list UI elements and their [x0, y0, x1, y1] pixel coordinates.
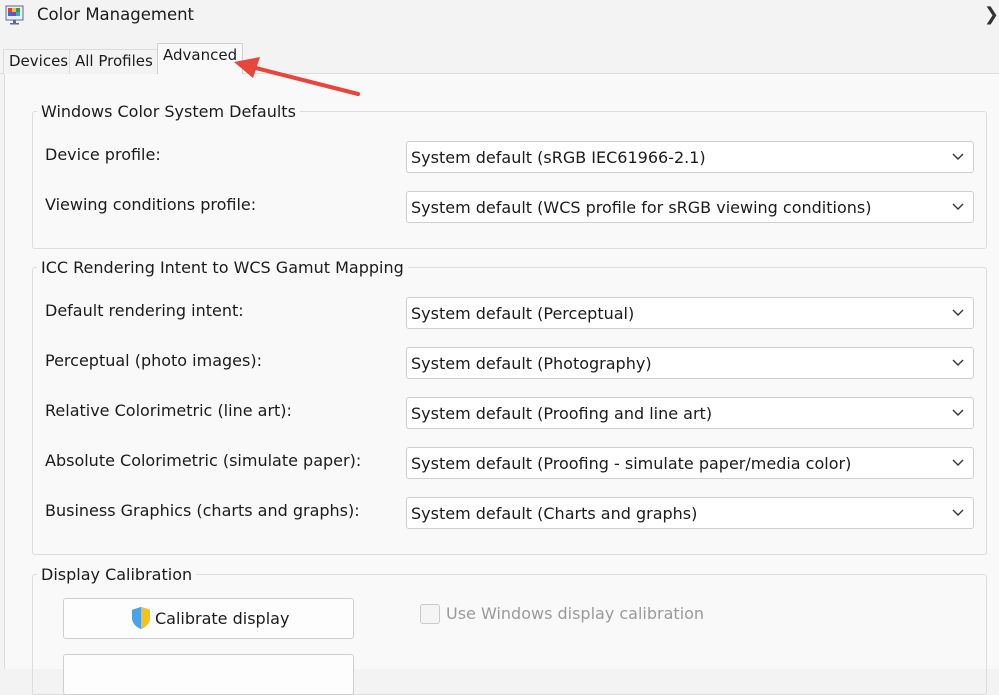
device-profile-dropdown[interactable]: System default (sRGB IEC61966-2.1): [406, 141, 974, 173]
perceptual-value: System default (Photography): [411, 354, 652, 373]
business-graphics-label: Business Graphics (charts and graphs):: [45, 501, 360, 520]
chevron-down-icon: [952, 459, 964, 466]
viewing-conditions-label: Viewing conditions profile:: [45, 195, 257, 214]
secondary-calibration-button[interactable]: [63, 654, 354, 695]
default-rendering-intent-label: Default rendering intent:: [45, 301, 244, 320]
calibrate-display-button[interactable]: Calibrate display: [63, 598, 354, 639]
absolute-colorimetric-label: Absolute Colorimetric (simulate paper):: [45, 451, 362, 470]
relative-colorimetric-value: System default (Proofing and line art): [411, 404, 713, 423]
color-management-icon: [5, 5, 24, 25]
business-graphics-value: System default (Charts and graphs): [411, 504, 698, 523]
close-icon[interactable]: ❯: [984, 4, 999, 25]
absolute-colorimetric-dropdown[interactable]: System default (Proofing - simulate pape…: [406, 447, 974, 479]
use-windows-calibration-label: Use Windows display calibration: [446, 604, 705, 623]
chevron-down-icon: [952, 359, 964, 366]
device-profile-label: Device profile:: [45, 145, 161, 164]
calibrate-display-label: Calibrate display: [155, 609, 290, 628]
default-rendering-intent-dropdown[interactable]: System default (Perceptual): [406, 297, 974, 329]
relative-colorimetric-label: Relative Colorimetric (line art):: [45, 401, 292, 420]
chevron-down-icon: [952, 409, 964, 416]
chevron-down-icon: [952, 509, 964, 516]
default-rendering-intent-value: System default (Perceptual): [411, 304, 635, 323]
display-calibration-legend: Display Calibration: [41, 565, 193, 584]
title-bar: Color Management ❯: [0, 0, 999, 36]
chevron-down-icon: [952, 203, 964, 210]
annotation-arrow: [234, 57, 360, 96]
perceptual-label: Perceptual (photo images):: [45, 351, 262, 370]
viewing-conditions-dropdown[interactable]: System default (WCS profile for sRGB vie…: [406, 191, 974, 223]
use-windows-calibration-checkbox[interactable]: [420, 604, 440, 624]
wcs-defaults-legend: Windows Color System Defaults: [41, 102, 296, 121]
tab-devices[interactable]: Devices: [3, 49, 75, 74]
window-title: Color Management: [37, 5, 195, 24]
wcs-defaults-group: Windows Color System Defaults: [32, 102, 987, 249]
absolute-colorimetric-value: System default (Proofing - simulate pape…: [411, 454, 852, 473]
advanced-panel: Windows Color System Defaults Device pro…: [4, 74, 999, 695]
uac-shield-icon: [132, 607, 150, 629]
device-profile-value: System default (sRGB IEC61966-2.1): [411, 148, 706, 167]
viewing-conditions-value: System default (WCS profile for sRGB vie…: [411, 198, 872, 217]
business-graphics-dropdown[interactable]: System default (Charts and graphs): [406, 497, 974, 529]
perceptual-dropdown[interactable]: System default (Photography): [406, 347, 974, 379]
chevron-down-icon: [952, 309, 964, 316]
tab-all-profiles[interactable]: All Profiles: [69, 49, 159, 74]
icc-mapping-legend: ICC Rendering Intent to WCS Gamut Mappin…: [41, 258, 404, 277]
relative-colorimetric-dropdown[interactable]: System default (Proofing and line art): [406, 397, 974, 429]
tab-strip: Devices All Profiles Advanced: [0, 36, 999, 75]
chevron-down-icon: [952, 153, 964, 160]
